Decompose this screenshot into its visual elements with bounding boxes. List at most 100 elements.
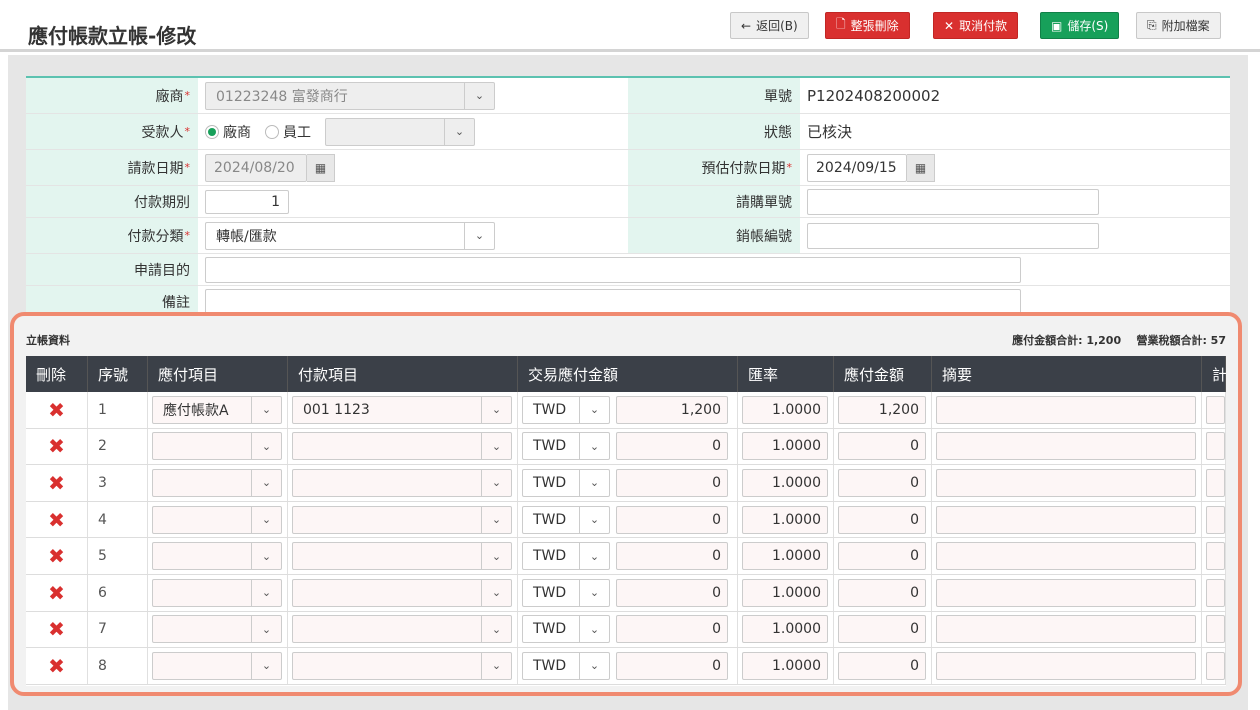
amount-input[interactable]: 0 [616,542,728,571]
pay-amount-input[interactable]: 0 [838,468,926,497]
delete-row-icon[interactable]: ✖ [48,434,65,458]
pay-item-select[interactable]: ⌄ [292,505,512,534]
amount-input[interactable]: 0 [616,651,728,680]
pay-amount-cell: 0 [834,501,932,538]
pay-item-select[interactable]: ⌄ [292,651,512,680]
memo-input[interactable] [936,395,1196,424]
delete-row-icon[interactable]: ✖ [48,581,65,605]
memo-input[interactable] [936,651,1196,680]
memo-input[interactable] [936,578,1196,607]
pay-amount-input[interactable]: 1,200 [838,395,926,424]
rate-input[interactable]: 1.0000 [742,505,828,534]
rate-input[interactable]: 1.0000 [742,651,828,680]
pay-amount-input[interactable]: 0 [838,432,926,461]
pay-amount-input[interactable]: 0 [838,615,926,644]
purchase-no-input[interactable] [807,188,1099,215]
currency-select[interactable]: TWD ⌄ [522,432,610,461]
item-select[interactable]: ⌄ [152,578,282,607]
item-select[interactable]: ⌄ [152,505,282,534]
payee-radio-employee[interactable]: 員工 [265,122,311,142]
amount-input[interactable]: 1,200 [616,395,728,424]
attachment-icon: ⎘ [1147,18,1157,32]
rate-input[interactable]: 1.0000 [742,432,828,461]
back-button[interactable]: ← 返回(B) [730,12,809,39]
item-select[interactable]: ⌄ [152,651,282,680]
attach-file-button[interactable]: ⎘ 附加檔案 [1136,12,1221,39]
remark-input[interactable] [205,288,1021,315]
employee-select[interactable]: ⌄ [325,117,475,146]
calendar-icon[interactable]: ▦ [307,153,335,182]
rate-input[interactable]: 1.0000 [742,395,828,424]
pay-item-select[interactable]: ⌄ [292,432,512,461]
pay-category-label: 付款分類 * [26,218,198,253]
writeoff-no-input[interactable] [807,222,1099,249]
delete-row-icon[interactable]: ✖ [48,654,65,678]
memo-cell [932,428,1202,465]
delete-row-icon[interactable]: ✖ [48,471,65,495]
amount-input[interactable]: 0 [616,432,728,461]
extra-input[interactable] [1206,578,1225,607]
currency-select[interactable]: TWD ⌄ [522,578,610,607]
pay-item-select[interactable]: ⌄ [292,615,512,644]
memo-input[interactable] [936,542,1196,571]
pay-item-select[interactable]: ⌄ [292,578,512,607]
memo-input[interactable] [936,432,1196,461]
payee-radio-vendor[interactable]: 廠商 [205,122,251,142]
extra-input[interactable] [1206,615,1225,644]
extra-input[interactable] [1206,395,1225,424]
status-value: 已核決 [807,123,853,141]
extra-input[interactable] [1206,432,1225,461]
pay-amount-input[interactable]: 0 [838,505,926,534]
rate-input[interactable]: 1.0000 [742,578,828,607]
pay-amount-input[interactable]: 0 [838,578,926,607]
extra-cell [1202,428,1226,465]
extra-input[interactable] [1206,542,1225,571]
pay-amount-input[interactable]: 0 [838,651,926,680]
item-select[interactable]: ⌄ [152,615,282,644]
vendor-select[interactable]: 01223248 富發商行 ⌄ [205,81,495,110]
delete-row-icon[interactable]: ✖ [48,617,65,641]
save-button[interactable]: ▣ 儲存(S) [1040,12,1120,39]
delete-row-icon[interactable]: ✖ [48,544,65,568]
currency-select[interactable]: TWD ⌄ [522,395,610,424]
currency-select[interactable]: TWD ⌄ [522,542,610,571]
pay-amount-input[interactable]: 0 [838,542,926,571]
delete-row-icon[interactable]: ✖ [48,398,65,422]
amount-input[interactable]: 0 [616,578,728,607]
extra-input[interactable] [1206,651,1225,680]
pay-item-select[interactable]: 001 1123 ⌄ [292,395,512,424]
pay-period-input[interactable]: 1 [205,189,289,214]
currency-select[interactable]: TWD ⌄ [522,468,610,497]
rate-input[interactable]: 1.0000 [742,542,828,571]
pay-item-select[interactable]: ⌄ [292,542,512,571]
item-select[interactable]: ⌄ [152,468,282,497]
extra-input[interactable] [1206,505,1225,534]
memo-input[interactable] [936,468,1196,497]
calendar-icon[interactable]: ▦ [907,153,935,182]
currency-select[interactable]: TWD ⌄ [522,615,610,644]
est-pay-date-input[interactable]: 2024/09/15 [807,153,907,182]
amount-input[interactable]: 0 [616,505,728,534]
currency-select[interactable]: TWD ⌄ [522,505,610,534]
currency-select[interactable]: TWD ⌄ [522,651,610,680]
delete-all-button[interactable]: 🗋 整張刪除 [825,12,910,39]
rate-input[interactable]: 1.0000 [742,615,828,644]
memo-input[interactable] [936,615,1196,644]
est-pay-date-picker[interactable]: 2024/09/15 ▦ [807,153,935,182]
item-select[interactable]: ⌄ [152,432,282,461]
rate-input[interactable]: 1.0000 [742,468,828,497]
item-select[interactable]: 應付帳款A ⌄ [152,395,282,424]
item-select[interactable]: ⌄ [152,542,282,571]
extra-input[interactable] [1206,468,1225,497]
amount-input[interactable]: 0 [616,468,728,497]
memo-input[interactable] [936,505,1196,534]
pay-item-select[interactable]: ⌄ [292,468,512,497]
purpose-input[interactable] [205,256,1021,283]
table-row: ✖ 7 ⌄ ⌄ TWD ⌄ 0 1.0000 0 [26,611,1226,649]
delete-row-icon[interactable]: ✖ [48,508,65,532]
pay-category-select[interactable]: 轉帳/匯款 ⌄ [205,221,495,250]
request-date-input[interactable]: 2024/08/20 [205,153,307,182]
cancel-payment-button[interactable]: ✕ 取消付款 [933,12,1019,39]
amount-input[interactable]: 0 [616,615,728,644]
request-date-picker[interactable]: 2024/08/20 ▦ [205,153,335,182]
